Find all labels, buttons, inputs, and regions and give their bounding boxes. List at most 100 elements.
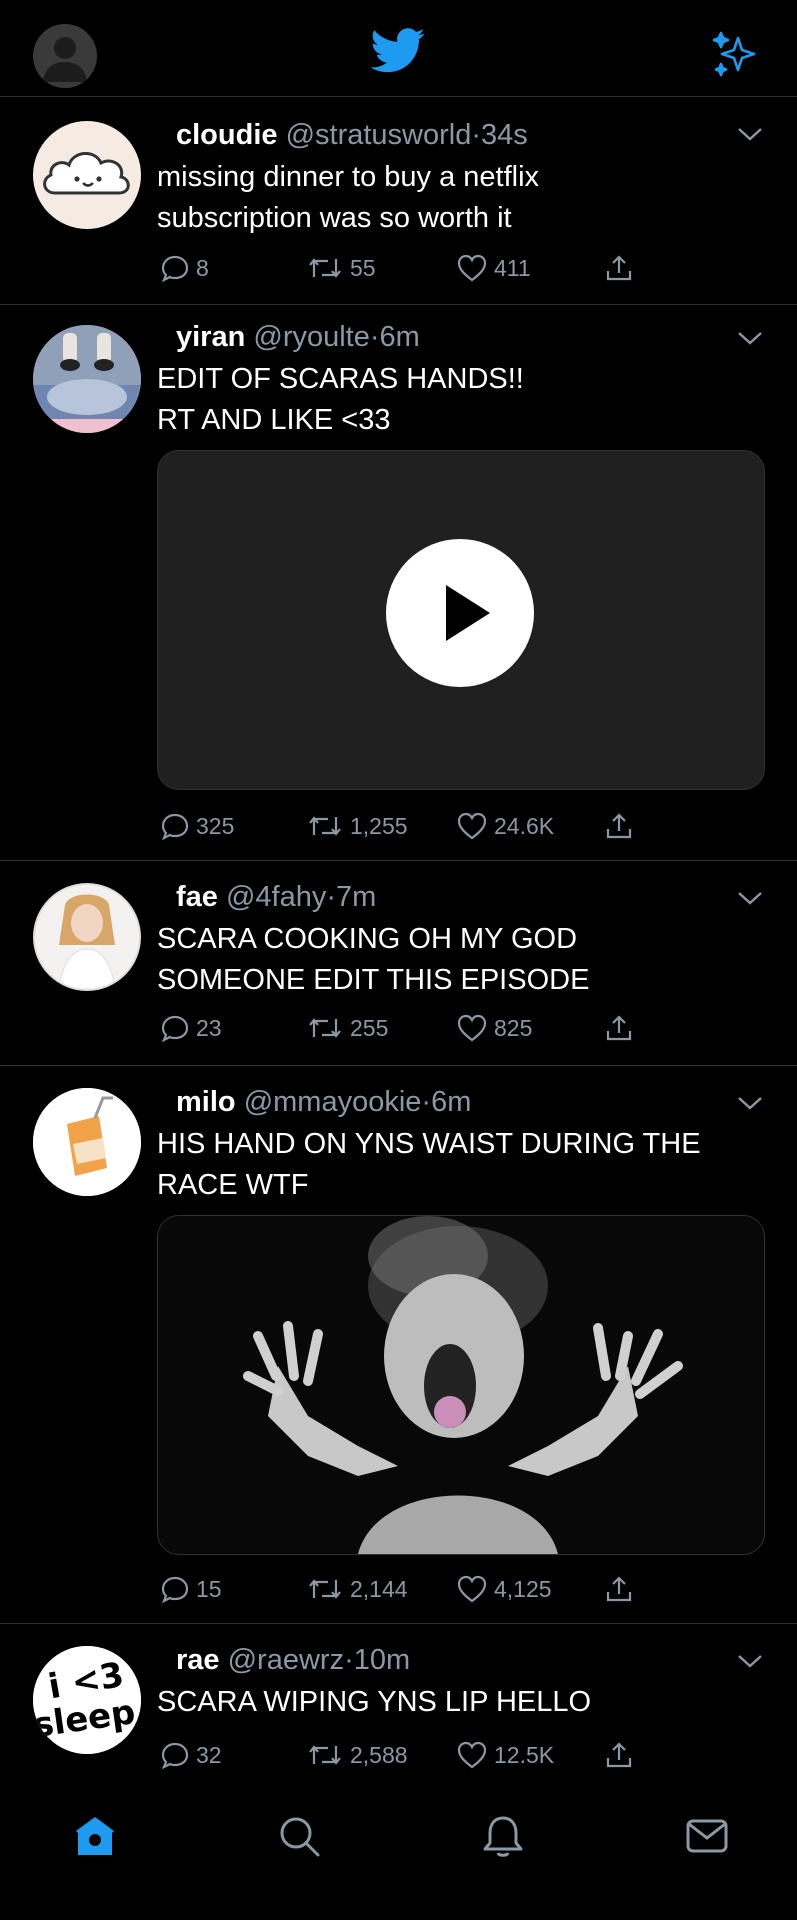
display-name[interactable]: cloudie <box>176 119 278 151</box>
handle[interactable]: @mmayookie <box>244 1086 422 1118</box>
tweet-header: rae @raewrz·10m <box>176 1644 410 1677</box>
tweet-image[interactable] <box>157 1215 765 1555</box>
tab-messages[interactable] <box>684 1813 730 1864</box>
share-icon <box>606 813 632 839</box>
retweet-icon <box>309 1745 341 1765</box>
tab-search[interactable] <box>276 1813 322 1864</box>
retweet-button[interactable]: 2,588 <box>306 1738 408 1772</box>
avatar[interactable]: i <3 sleep <box>33 1646 141 1754</box>
tweet-header: yiran @ryoulte·6m <box>176 321 420 354</box>
like-count: 12.5K <box>494 1741 555 1768</box>
tweet-text: SCARA COOKING OH MY GOD SOMEONE EDIT THI… <box>157 919 589 1001</box>
reply-button[interactable]: 8 <box>160 251 209 285</box>
sleep-avatar-icon: i <3 sleep <box>33 1646 141 1754</box>
display-name[interactable]: milo <box>176 1086 236 1118</box>
tweet-header: milo @mmayookie·6m <box>176 1086 471 1119</box>
messages-icon <box>686 1819 728 1853</box>
tweet-actions: 325 1,255 24.6K <box>160 809 660 843</box>
tweet[interactable]: milo @mmayookie·6m HIS HAND ON YNS WAIST… <box>0 1066 797 1624</box>
profile-avatar[interactable] <box>33 24 97 88</box>
display-name[interactable]: rae <box>176 1644 220 1676</box>
separator: · <box>471 119 482 151</box>
retweet-icon <box>309 258 341 278</box>
heart-icon <box>457 1575 487 1603</box>
separator: · <box>369 321 380 353</box>
share-icon <box>606 1742 632 1768</box>
tweet-text-line: SCARA WIPING YNS LIP HELLO <box>157 1686 592 1718</box>
retweet-button[interactable]: 1,255 <box>306 809 408 843</box>
like-button[interactable]: 825 <box>456 1011 532 1045</box>
sparkle-icon[interactable] <box>712 30 760 83</box>
handle[interactable]: @4fahy <box>226 881 326 913</box>
chevron-down-icon[interactable] <box>736 889 764 907</box>
timestamp[interactable]: 34s <box>481 119 528 151</box>
retweet-button[interactable]: 255 <box>306 1011 388 1045</box>
share-button[interactable] <box>604 251 634 285</box>
chevron-down-icon[interactable] <box>736 1652 764 1670</box>
reply-icon <box>161 813 189 841</box>
tweet-text-line: HIS HAND ON YNS WAIST DURING THE <box>157 1128 701 1160</box>
retweet-button[interactable]: 55 <box>306 251 376 285</box>
reply-button[interactable]: 325 <box>160 809 234 843</box>
handle[interactable]: @stratusworld <box>286 119 472 151</box>
heart-icon <box>457 254 487 282</box>
timestamp[interactable]: 7m <box>336 881 376 913</box>
reply-button[interactable]: 15 <box>160 1572 222 1606</box>
tweet-actions: 8 55 411 <box>160 251 660 285</box>
share-icon <box>606 255 632 281</box>
tab-home[interactable] <box>72 1813 118 1864</box>
play-button[interactable] <box>386 539 534 687</box>
tweet-actions: 15 2,144 4,125 <box>160 1572 660 1606</box>
twitter-bird-icon[interactable] <box>370 28 426 79</box>
handle[interactable]: @raewrz <box>228 1644 344 1676</box>
avatar[interactable] <box>33 121 141 229</box>
chevron-down-icon[interactable] <box>736 125 764 143</box>
retweet-count: 55 <box>350 254 376 281</box>
tab-notifications[interactable] <box>480 1813 526 1864</box>
share-button[interactable] <box>604 1738 634 1772</box>
chevron-down-icon[interactable] <box>736 329 764 347</box>
notifications-icon <box>483 1816 523 1857</box>
play-icon <box>446 585 490 641</box>
juice-box-avatar-icon <box>33 1088 141 1196</box>
reply-count: 325 <box>196 812 235 839</box>
retweet-icon <box>309 816 341 836</box>
share-button[interactable] <box>604 1572 634 1606</box>
reply-button[interactable]: 32 <box>160 1738 222 1772</box>
share-button[interactable] <box>604 809 634 843</box>
tweet[interactable]: cloudie @stratusworld·34s missing dinner… <box>0 97 797 305</box>
tweet-text-line: EDIT OF SCARAS HANDS!! <box>157 363 524 395</box>
avatar[interactable] <box>33 1088 141 1196</box>
like-button[interactable]: 12.5K <box>456 1738 554 1772</box>
retweet-button[interactable]: 2,144 <box>306 1572 408 1606</box>
like-button[interactable]: 4,125 <box>456 1572 552 1606</box>
tweet[interactable]: yiran @ryoulte·6m EDIT OF SCARAS HANDS!!… <box>0 305 797 861</box>
retweet-count: 255 <box>350 1014 389 1041</box>
timestamp[interactable]: 6m <box>431 1086 471 1118</box>
timestamp[interactable]: 6m <box>380 321 420 353</box>
video-player[interactable] <box>157 450 765 790</box>
retweet-count: 2,144 <box>350 1575 408 1602</box>
reply-button[interactable]: 23 <box>160 1011 222 1045</box>
like-button[interactable]: 24.6K <box>456 809 554 843</box>
display-name[interactable]: fae <box>176 881 218 913</box>
avatar[interactable] <box>33 883 141 991</box>
share-button[interactable] <box>604 1011 634 1045</box>
handle[interactable]: @ryoulte <box>253 321 369 353</box>
tweet[interactable]: fae @4fahy·7m SCARA COOKING OH MY GOD SO… <box>0 861 797 1066</box>
tweet-text: HIS HAND ON YNS WAIST DURING THE RACE WT… <box>157 1124 701 1206</box>
share-icon <box>606 1015 632 1041</box>
display-name[interactable]: yiran <box>176 321 245 353</box>
photo-avatar-icon <box>35 885 139 989</box>
top-bar <box>0 0 797 97</box>
separator: · <box>421 1086 432 1118</box>
screaming-baby-image <box>158 1216 764 1554</box>
tweet-text: SCARA WIPING YNS LIP HELLO <box>157 1682 591 1723</box>
like-button[interactable]: 411 <box>456 251 531 285</box>
timestamp[interactable]: 10m <box>354 1644 410 1676</box>
tweet[interactable]: i <3 sleep rae @raewrz·10m SCARA WIPING … <box>0 1624 797 1784</box>
tweet-actions: 23 255 825 <box>160 1011 660 1045</box>
avatar[interactable] <box>33 325 141 433</box>
tweet-text-line: missing dinner to buy a netflix <box>157 161 540 193</box>
chevron-down-icon[interactable] <box>736 1094 764 1112</box>
